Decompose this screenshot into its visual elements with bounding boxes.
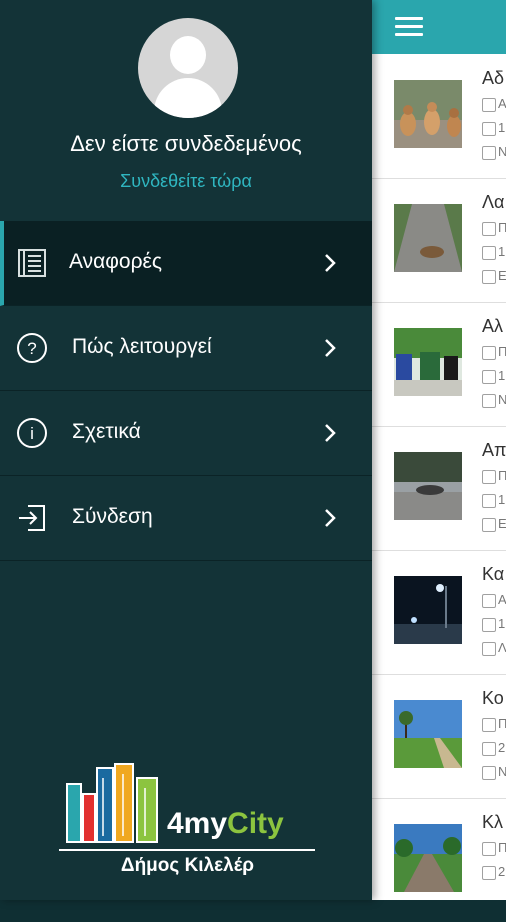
menu-item-label: Σχετικά [72, 420, 141, 443]
calendar-icon [482, 617, 496, 632]
report-title: Απ [482, 440, 506, 460]
city-skyline-icon [66, 763, 158, 843]
menu-item-label: Σύνδεση [72, 505, 153, 528]
tag-icon [482, 221, 496, 236]
date-meta: 2 [482, 864, 505, 880]
tag-meta: Π [482, 220, 506, 236]
map-icon [482, 393, 496, 408]
tag-icon [482, 841, 496, 856]
location-meta: Ν [482, 764, 506, 780]
location-meta: Λ [482, 640, 506, 656]
location-meta: Ν [482, 144, 506, 160]
map-icon [482, 269, 496, 284]
report-thumbnail [394, 80, 462, 148]
date-meta: 2 [482, 740, 505, 756]
tag-icon [482, 469, 496, 484]
tag-meta: Α [482, 96, 506, 112]
date-meta: 1 [482, 120, 505, 136]
tag-icon [482, 97, 496, 112]
tag-icon [482, 717, 496, 732]
tag-icon [482, 345, 496, 360]
list-item[interactable]: Απ Π 1 Ε [372, 426, 506, 551]
avatar[interactable] [138, 18, 238, 118]
date-meta: 1 [482, 244, 505, 260]
report-title: Κα [482, 564, 505, 584]
list-item[interactable]: Κο Π 2 Ν [372, 674, 506, 799]
calendar-icon [482, 741, 496, 756]
tag-meta: Π [482, 716, 506, 732]
tag-icon [482, 593, 496, 608]
reports-list: Αδ Α 1 Ν Λα Π 1 Ε Αλ Π 1 Ν Απ Π 1 Ε Κα Α… [372, 54, 506, 900]
menu-item-reports[interactable]: Αναφορές [0, 221, 372, 306]
report-title: Κλ [482, 812, 504, 832]
report-thumbnail [394, 328, 462, 396]
list-item[interactable]: Αδ Α 1 Ν [372, 54, 506, 179]
svg-text:?: ? [27, 339, 36, 358]
menu-item-how-it-works[interactable]: ? Πώς λειτουργεί [0, 306, 372, 391]
calendar-icon [482, 493, 496, 508]
location-meta: Ε [482, 268, 506, 284]
menu-item-about[interactable]: i Σχετικά [0, 391, 372, 476]
report-thumbnail [394, 700, 462, 768]
tag-meta: Π [482, 840, 506, 856]
date-meta: 1 [482, 492, 505, 508]
chevron-right-icon [325, 509, 336, 527]
report-thumbnail [394, 452, 462, 520]
location-meta: Ε [482, 516, 506, 532]
report-title: Κο [482, 688, 504, 708]
list-item[interactable]: Αλ Π 1 Ν [372, 302, 506, 427]
report-thumbnail [394, 824, 462, 892]
map-icon [482, 641, 496, 656]
app-logo: 4myCity Δήμος Κιλελέρ [55, 762, 320, 882]
date-meta: 1 [482, 368, 505, 384]
map-icon [482, 145, 496, 160]
signin-status: Δεν είστε συνδεδεμένος [70, 131, 302, 156]
calendar-icon [482, 121, 496, 136]
date-meta: 1 [482, 616, 505, 632]
report-thumbnail [394, 204, 462, 272]
tag-meta: Α [482, 592, 506, 608]
tag-meta: Π [482, 468, 506, 484]
map-icon [482, 517, 496, 532]
menu-item-label: Πώς λειτουργεί [72, 335, 212, 358]
chevron-right-icon [325, 254, 336, 272]
chevron-right-icon [325, 424, 336, 442]
menu-item-label: Αναφορές [69, 250, 162, 273]
navigation-drawer: Δεν είστε συνδεδεμένος Συνδεθείτε τώρα Α… [0, 0, 372, 900]
calendar-icon [482, 369, 496, 384]
list-item[interactable]: Κλ Π 2 [372, 798, 506, 922]
avatar-head [170, 36, 206, 74]
avatar-body [154, 78, 222, 118]
help-icon: ? [17, 333, 47, 363]
location-meta: Ν [482, 392, 506, 408]
list-item[interactable]: Λα Π 1 Ε [372, 178, 506, 303]
menu-item-login[interactable]: Σύνδεση [0, 476, 372, 561]
login-icon [19, 505, 45, 531]
calendar-icon [482, 245, 496, 260]
report-title: Αλ [482, 316, 504, 336]
calendar-icon [482, 865, 496, 880]
chevron-right-icon [325, 339, 336, 357]
menu-icon[interactable] [395, 17, 423, 37]
municipality-name: Δήμος Κιλελέρ [120, 855, 255, 876]
info-icon: i [17, 418, 47, 448]
signin-link[interactable]: Συνδεθείτε τώρα [0, 171, 372, 192]
map-icon [482, 765, 496, 780]
logo-divider [59, 849, 315, 851]
svg-text:i: i [30, 424, 34, 443]
report-title: Αδ [482, 68, 505, 88]
tag-meta: Π [482, 344, 506, 360]
report-title: Λα [482, 192, 505, 212]
report-thumbnail [394, 576, 462, 644]
reports-icon [18, 249, 46, 277]
logo-wordmark: 4myCity [167, 807, 284, 840]
list-item[interactable]: Κα Α 1 Λ [372, 550, 506, 675]
